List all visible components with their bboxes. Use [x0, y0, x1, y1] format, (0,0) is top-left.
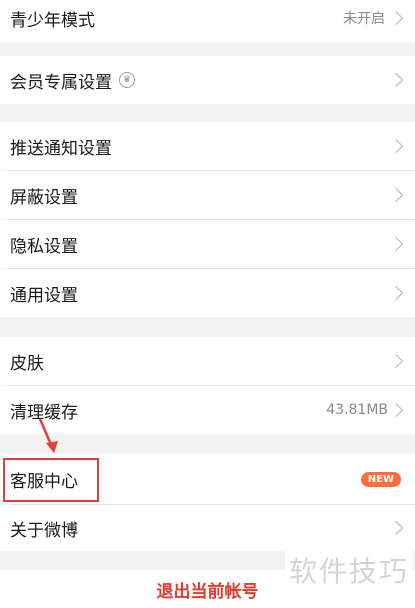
- push-settings-row[interactable]: 推送通知设置: [0, 122, 415, 170]
- general-settings-label: 通用设置: [10, 285, 78, 306]
- section-gap: [0, 317, 415, 337]
- chevron-right-icon: [388, 72, 404, 88]
- watermark: 软件技巧: [284, 550, 413, 590]
- vip-settings-row[interactable]: 会员专属设置 ♛: [0, 56, 415, 104]
- chevron-right-icon: [388, 187, 404, 203]
- chevron-right-icon: [388, 520, 404, 536]
- chevron-right-icon: [388, 285, 404, 301]
- chevron-right-icon: [388, 402, 404, 418]
- chevron-right-icon: [388, 10, 404, 26]
- section-gap: [0, 104, 415, 122]
- chevron-right-icon: [388, 138, 404, 154]
- crown-icon: ♛: [119, 72, 135, 88]
- about-label: 关于微博: [10, 520, 78, 541]
- about-row[interactable]: 关于微博: [0, 505, 415, 551]
- teen-mode-status: 未开启: [343, 11, 385, 27]
- general-settings-row[interactable]: 通用设置: [0, 269, 415, 317]
- skin-row[interactable]: 皮肤: [0, 337, 415, 385]
- teen-mode-label: 青少年模式: [10, 10, 95, 31]
- block-settings-label: 屏蔽设置: [10, 187, 78, 208]
- privacy-settings-label: 隐私设置: [10, 236, 78, 257]
- new-badge: NEW: [360, 471, 401, 487]
- push-settings-label: 推送通知设置: [10, 138, 112, 159]
- block-settings-row[interactable]: 屏蔽设置: [0, 171, 415, 219]
- privacy-settings-row[interactable]: 隐私设置: [0, 220, 415, 268]
- chevron-right-icon: [388, 236, 404, 252]
- section-gap: [0, 42, 415, 56]
- logout-label: 退出当前帐号: [156, 581, 259, 602]
- teen-mode-row[interactable]: 青少年模式 未开启: [0, 0, 415, 42]
- skin-label: 皮肤: [10, 353, 44, 374]
- annotation-arrow-icon: [38, 418, 58, 453]
- highlight-box: [3, 458, 99, 502]
- cache-size: 43.81MB: [326, 402, 388, 418]
- chevron-right-icon: [388, 353, 404, 369]
- vip-settings-label: 会员专属设置: [10, 72, 112, 93]
